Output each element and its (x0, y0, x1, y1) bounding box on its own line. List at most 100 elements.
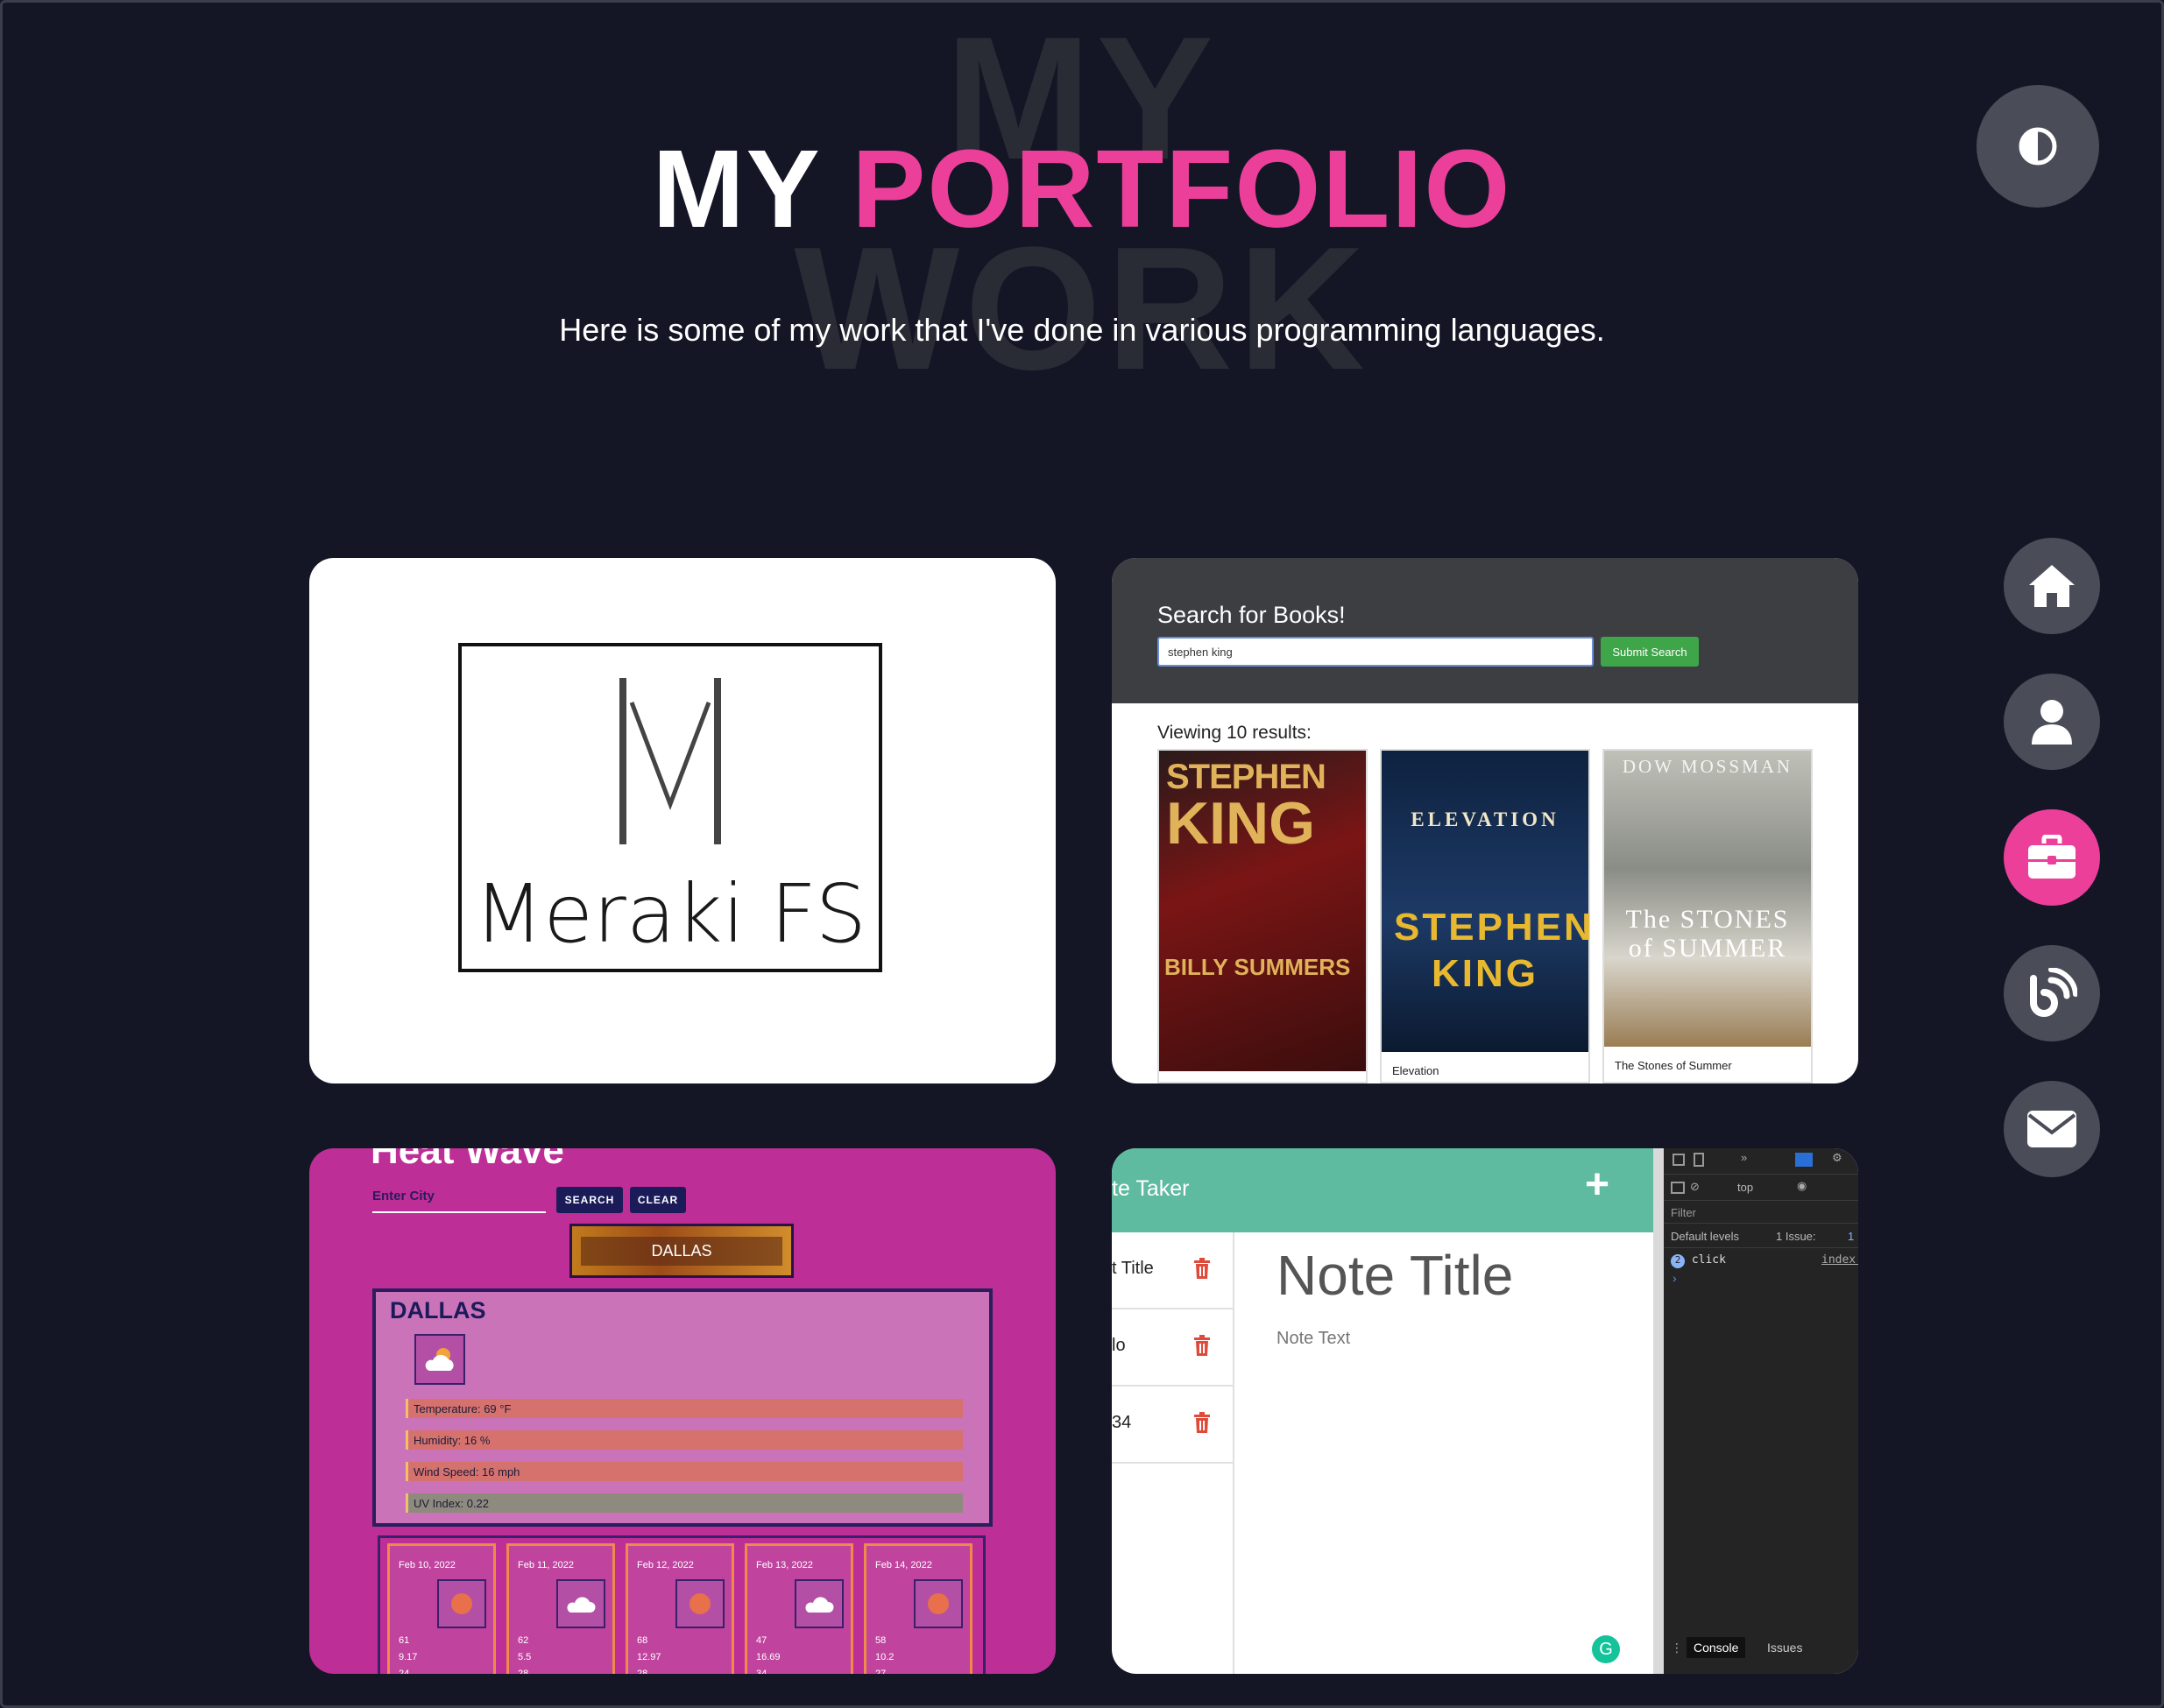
user-icon (2032, 700, 2072, 745)
project-card-weather[interactable]: Heat Wave Enter City SEARCH CLEAR DALLAS… (309, 1148, 1056, 1674)
devtools-panel: » ⚙ ⊘ top ◉ Filter Default levels 1 Issu… (1664, 1148, 1858, 1674)
books-search-input[interactable]: stephen king (1157, 637, 1594, 667)
note-title-field[interactable]: Note Title (1276, 1243, 1513, 1308)
home-icon (2029, 565, 2075, 607)
nav-about-button[interactable] (2004, 674, 2100, 770)
page-title-accent: PORTFOLIO (852, 127, 1512, 251)
forecast-value: 61 (399, 1635, 410, 1646)
page-subtitle: Here is some of my work that I've done i… (559, 312, 1605, 348)
books-header: Search for Books! stephen king Submit Se… (1112, 558, 1858, 703)
history-city-button[interactable]: DALLAS (569, 1224, 794, 1278)
device-icon[interactable] (1694, 1153, 1704, 1167)
tab-console[interactable]: Console (1687, 1637, 1746, 1658)
log-levels-dropdown[interactable]: Default levels (1671, 1230, 1739, 1243)
forecast-date: Feb 14, 2022 (875, 1560, 932, 1570)
project-card-books[interactable]: Search for Books! stephen king Submit Se… (1112, 558, 1858, 1083)
messages-icon[interactable] (1795, 1153, 1813, 1167)
weather-search-button[interactable]: SEARCH (556, 1187, 623, 1213)
book-result[interactable]: DOW MOSSMAN The STONES of SUMMER The Sto… (1602, 749, 1813, 1083)
forecast-value: 28 (518, 1669, 529, 1674)
weather-clear-button[interactable]: CLEAR (630, 1187, 686, 1213)
console-filter-input[interactable]: Filter (1664, 1201, 1858, 1224)
forecast-icon (914, 1579, 963, 1628)
page-title-plain: MY (652, 127, 820, 251)
note-list-item-title: 34 (1112, 1413, 1132, 1432)
inspect-icon[interactable] (1673, 1154, 1685, 1166)
forecast-date: Feb 13, 2022 (756, 1560, 813, 1570)
note-list-item-title: lo (1112, 1336, 1126, 1355)
meraki-logo-text: Meraki FS (474, 867, 866, 961)
console-filter-placeholder: Filter (1671, 1206, 1696, 1219)
project-card-meraki[interactable]: Meraki FS (309, 558, 1056, 1083)
drawer-menu-icon[interactable]: ⋮ (1671, 1641, 1683, 1655)
book-result[interactable]: STEPHEN KING BILLY SUMMERS (1157, 749, 1368, 1083)
forecast-date: Feb 11, 2022 (518, 1560, 575, 1570)
book-cover: ELEVATION STEPHEN KING (1382, 751, 1592, 1052)
project-card-notes[interactable]: te Taker + t Title lo 34 Note Title Note… (1112, 1148, 1858, 1674)
forecast-value: 24 (399, 1669, 410, 1674)
settings-icon[interactable]: ⚙ (1832, 1151, 1842, 1165)
books-submit-button[interactable]: Submit Search (1601, 637, 1699, 667)
console-prompt[interactable]: › (1673, 1271, 1677, 1285)
blog-icon (2030, 968, 2077, 1017)
stat-humidity: Humidity: 16 % (406, 1430, 963, 1450)
theme-toggle-button[interactable] (1977, 85, 2099, 208)
forecast-day: Feb 14, 2022 58 10.2 27 (864, 1543, 972, 1674)
forecast-value: 62 (518, 1635, 529, 1646)
book-cover: STEPHEN KING BILLY SUMMERS (1159, 751, 1366, 1071)
issues-count: 1 (1848, 1230, 1855, 1243)
log-source-link[interactable]: index. (1821, 1253, 1858, 1267)
book-cover-title: ELEVATION (1411, 808, 1559, 830)
forecast-value: 9.17 (399, 1652, 418, 1662)
forecast-date: Feb 12, 2022 (637, 1560, 694, 1570)
forecast-value: 28 (637, 1669, 648, 1674)
weather-heading: Heat Wave (371, 1148, 564, 1172)
context-select[interactable]: top (1737, 1181, 1753, 1194)
note-list-item-title: t Title (1112, 1259, 1154, 1278)
book-cover: DOW MOSSMAN The STONES of SUMMER (1604, 751, 1811, 1047)
sun-icon (451, 1593, 472, 1614)
nav-home-button[interactable] (2004, 538, 2100, 634)
live-expression-eye-icon[interactable]: ◉ (1797, 1179, 1807, 1193)
page-scrollbar[interactable] (1653, 1148, 1664, 1674)
trash-icon[interactable] (1192, 1257, 1212, 1280)
console-log-entry: 2 click index. (1671, 1253, 1858, 1268)
devtools-toolbar: » ⚙ (1664, 1148, 1858, 1175)
partly-cloudy-icon (425, 1348, 454, 1371)
forecast-value: 27 (875, 1669, 887, 1674)
trash-icon[interactable] (1192, 1334, 1212, 1357)
log-message: click (1691, 1253, 1726, 1267)
new-note-plus-icon[interactable]: + (1585, 1161, 1609, 1209)
cloud-icon (805, 1597, 834, 1613)
nav-blog-button[interactable] (2004, 945, 2100, 1041)
forecast-icon (795, 1579, 844, 1628)
clear-console-icon[interactable]: ⊘ (1690, 1180, 1700, 1194)
note-list-item[interactable]: t Title (1112, 1232, 1234, 1309)
book-cover-author-main: KING (1166, 790, 1315, 857)
tab-issues[interactable]: Issues (1767, 1641, 1802, 1655)
book-caption: The Stones of Summer (1615, 1059, 1732, 1072)
grammarly-badge[interactable]: G (1592, 1635, 1620, 1663)
envelope-icon (2027, 1111, 2076, 1147)
city-search-input[interactable]: Enter City (372, 1189, 546, 1213)
current-city-name: DALLAS (390, 1297, 486, 1323)
note-list-item[interactable]: lo (1112, 1309, 1234, 1387)
forecast-icon (437, 1579, 486, 1628)
books-results-count: Viewing 10 results: (1157, 723, 1312, 743)
book-cover-title: BILLY SUMMERS (1164, 954, 1351, 980)
sidebar-toggle-icon[interactable] (1671, 1182, 1685, 1194)
nav-portfolio-button[interactable] (2004, 809, 2100, 906)
forecast-value: 34 (756, 1669, 767, 1674)
note-list-item[interactable]: 34 (1112, 1387, 1234, 1464)
briefcase-icon (2028, 835, 2076, 879)
forecast-value: 58 (875, 1635, 887, 1646)
trash-icon[interactable] (1192, 1411, 1212, 1434)
sun-icon (690, 1593, 711, 1614)
log-repeat-count: 2 (1671, 1254, 1685, 1268)
book-result[interactable]: ELEVATION STEPHEN KING Elevation (1380, 749, 1592, 1083)
note-text-field[interactable]: Note Text (1276, 1329, 1350, 1349)
issues-label[interactable]: 1 Issue: (1776, 1230, 1816, 1243)
nav-contact-button[interactable] (2004, 1081, 2100, 1177)
more-tabs-icon[interactable]: » (1741, 1151, 1747, 1164)
forecast-icon (556, 1579, 605, 1628)
